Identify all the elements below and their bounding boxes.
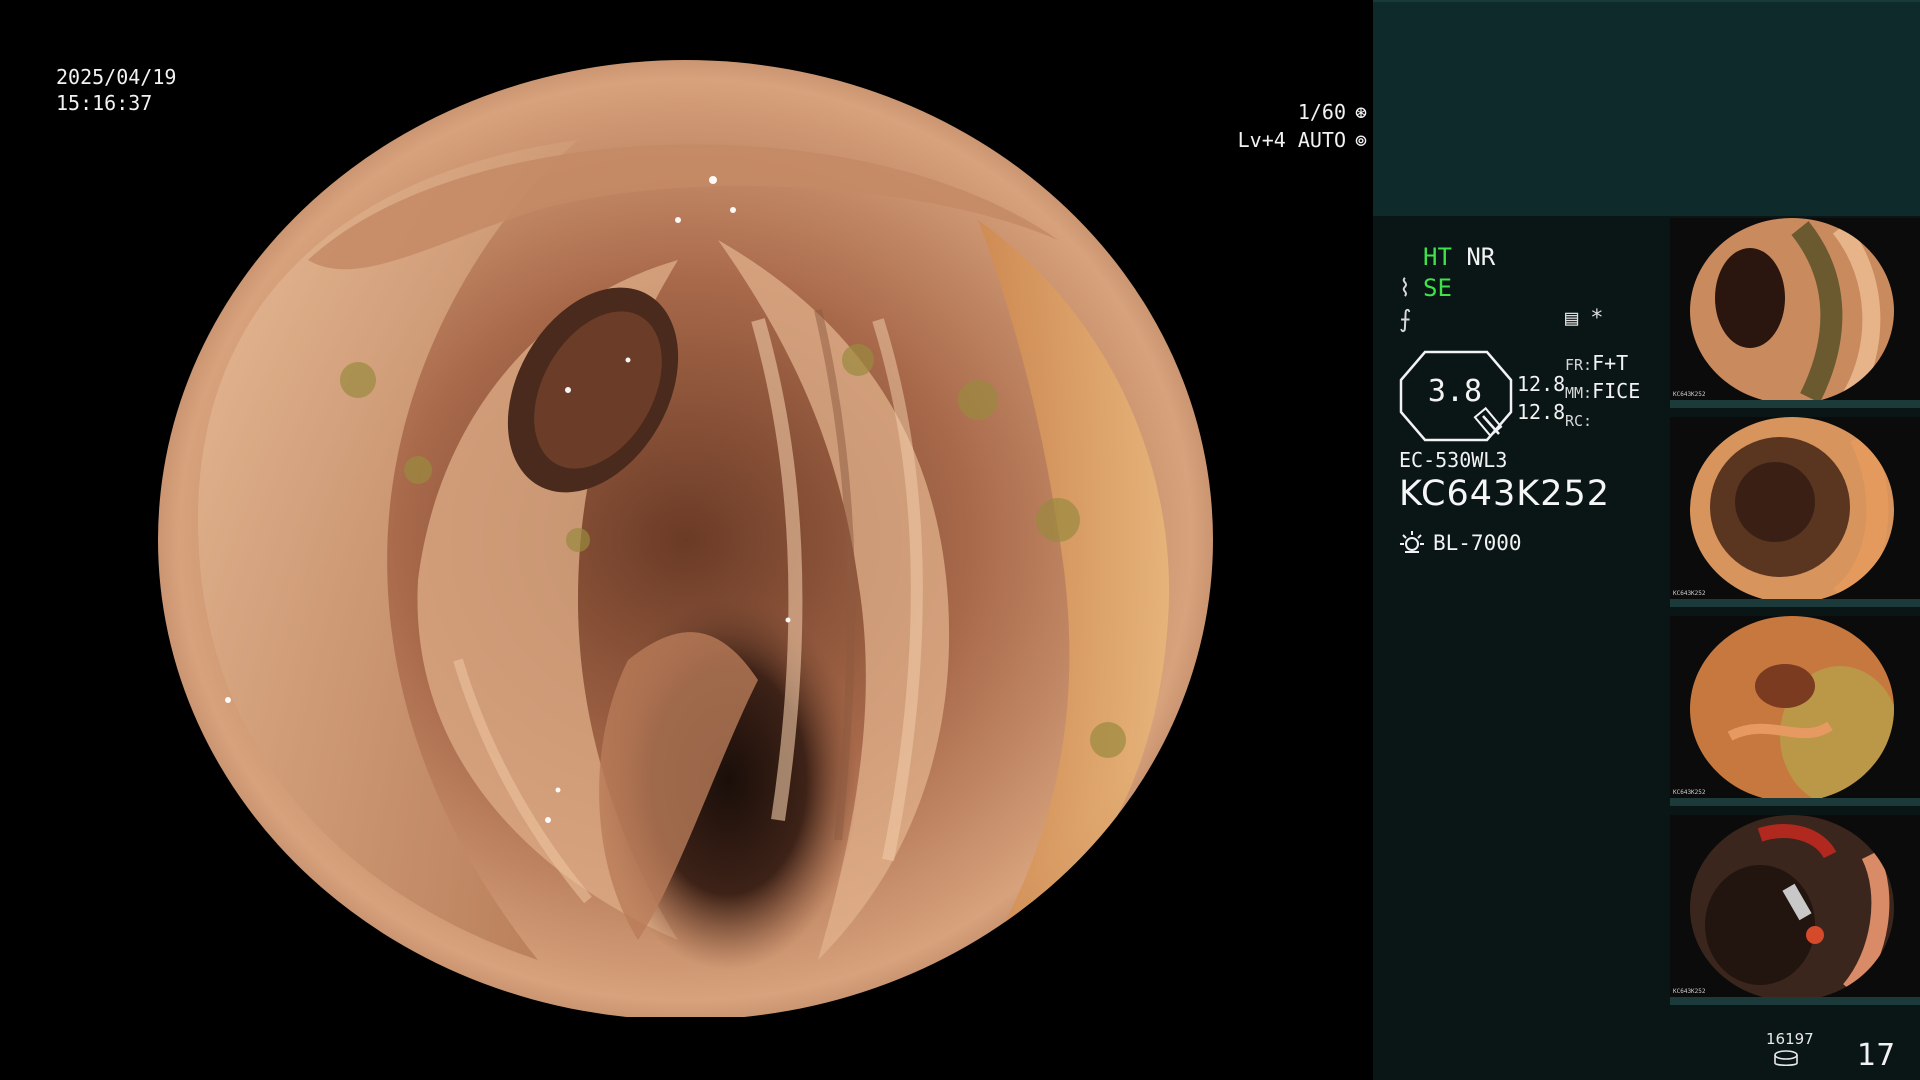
zoom-indicator: 3.8: [1399, 350, 1515, 442]
image-crop-bottom: [0, 1017, 1372, 1080]
thumbnail-image: [1690, 417, 1894, 603]
storage-disk-icon: [1774, 1050, 1798, 1067]
image-mode-status: HT NR ⌇ SE ⨍: [1399, 242, 1495, 335]
captured-thumbnail[interactable]: KC643K252: [1670, 218, 1920, 408]
mm-key: MM:: [1565, 384, 1593, 402]
star-indicator: *: [1590, 306, 1604, 331]
capture-settings: ▤ *: [1565, 306, 1604, 331]
main-endoscopic-view: 2025/04/19 15:16:37 1/60 ⊛ Lv+4 AUTO ⊚: [0, 0, 1372, 1080]
se-indicator: SE: [1423, 274, 1452, 302]
thumbnail-footer: [1670, 997, 1920, 1005]
shutter-speed: 1/60: [1297, 100, 1346, 124]
thumbnail-image: [1690, 218, 1894, 404]
thumbnail-image: [1690, 616, 1894, 802]
endoscopic-image: [158, 60, 1213, 1020]
thumbnail-serial: KC643K252: [1673, 789, 1706, 796]
mm-value: FICE: [1592, 379, 1641, 403]
zoom-value: 3.8: [1427, 374, 1483, 409]
captured-image-list: KC643K252 KC643K252 KC643K252 KC643K252: [1670, 218, 1920, 1014]
nr-indicator: NR: [1466, 243, 1496, 271]
capture-settings-icon: ▤: [1565, 306, 1579, 331]
ht-indicator: HT: [1423, 243, 1452, 271]
image-crop-top: [0, 0, 1372, 60]
zoom-line-1: 12.8: [1517, 372, 1566, 396]
scope-serial: KC643K252: [1399, 474, 1611, 514]
zoom-line-2: 12.8: [1517, 400, 1566, 424]
fr-key: FR:: [1565, 356, 1593, 374]
panel-header-area: [1373, 0, 1920, 216]
iris-mode: Lv+4 AUTO: [1237, 128, 1346, 152]
processing-settings: FR:F+T MM:FICE RC:: [1565, 350, 1640, 434]
info-panel: HT NR ⌇ SE ⨍ ▤ * 3.8 12.8 12.8 FR:F+T MM…: [1373, 0, 1920, 1080]
captured-image-count: 17: [1857, 1038, 1896, 1073]
captured-thumbnail[interactable]: KC643K252: [1670, 616, 1920, 806]
thumbnail-footer: [1670, 798, 1920, 806]
zoom-values: 12.8 12.8: [1517, 370, 1565, 426]
lamp-icon: [1400, 531, 1424, 553]
captured-thumbnail[interactable]: KC643K252: [1670, 417, 1920, 607]
aperture-icon: ⊛: [1354, 100, 1368, 124]
date-text: 2025/04/19: [56, 65, 177, 89]
thumbnail-footer: [1670, 599, 1920, 607]
thumbnail-footer: [1670, 400, 1920, 408]
iris-icon: ⊚: [1354, 128, 1368, 152]
sharpness-icon: ⌇: [1399, 274, 1411, 302]
stored-image-count: 16197: [1766, 1030, 1814, 1048]
light-source-label: BL-7000: [1433, 531, 1522, 555]
light-source: BL-7000: [1399, 530, 1522, 556]
rc-key: RC:: [1565, 412, 1593, 430]
exposure-info: 1/60 ⊛ Lv+4 AUTO ⊚: [52, 98, 1372, 154]
endoscopy-screen: 2025/04/19 15:16:37 1/60 ⊛ Lv+4 AUTO ⊚ H…: [0, 0, 1920, 1080]
thumbnail-serial: KC643K252: [1673, 391, 1706, 398]
freeze-icon: ⨍: [1399, 305, 1412, 333]
fr-value: F+T: [1592, 351, 1629, 375]
captured-thumbnail[interactable]: KC643K252: [1670, 815, 1920, 1005]
scope-model: EC-530WL3: [1399, 448, 1508, 472]
thumbnail-serial: KC643K252: [1673, 590, 1706, 597]
thumbnail-serial: KC643K252: [1673, 988, 1706, 995]
thumbnail-image: [1690, 815, 1894, 1001]
